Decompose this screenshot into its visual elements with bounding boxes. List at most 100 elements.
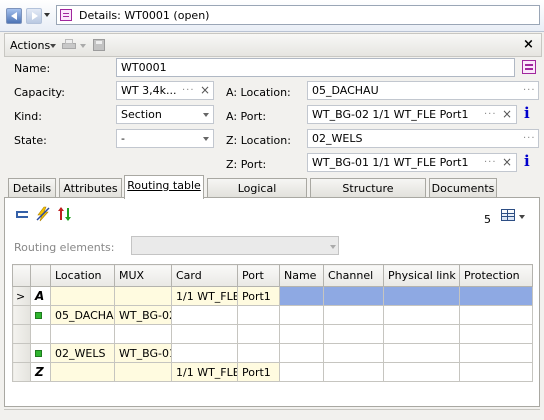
actions-dropdown-icon[interactable]	[50, 44, 56, 48]
a-port-value: WT_BG-02 1/1 WT_FLE Port1	[312, 108, 469, 121]
kind-select[interactable]: Section	[116, 105, 214, 124]
capacity-clear-icon[interactable]: ×	[200, 83, 210, 97]
history-dropdown-icon[interactable]	[44, 13, 50, 17]
cell-protection[interactable]	[459, 362, 533, 382]
sort-icon[interactable]	[57, 206, 73, 222]
cell-physical-link[interactable]	[383, 286, 460, 306]
cell-card[interactable]: 1/1 WT_FLE	[171, 286, 238, 306]
cell-card[interactable]	[171, 324, 238, 344]
forward-icon[interactable]	[26, 8, 42, 24]
print-icon[interactable]	[62, 39, 76, 51]
cell-location[interactable]	[50, 362, 115, 382]
close-icon[interactable]: ×	[523, 37, 534, 52]
tab-routing-table[interactable]: Routing table	[124, 175, 204, 199]
details-link-icon[interactable]	[522, 60, 536, 74]
z-port-info-icon[interactable]: i	[524, 152, 530, 170]
lightning-icon[interactable]	[35, 206, 51, 222]
print-dropdown-icon[interactable]	[80, 44, 86, 48]
cell-mux[interactable]: WT_BG-02	[114, 305, 172, 325]
cell-port[interactable]: Port1	[237, 286, 280, 306]
kind-dropdown-icon[interactable]	[203, 113, 209, 117]
z-port-browse-icon[interactable]: ···	[484, 157, 497, 168]
actions-toolbar: Actions ×	[4, 33, 542, 57]
cell-port[interactable]	[237, 305, 280, 325]
state-dropdown-icon[interactable]	[203, 137, 209, 141]
save-icon[interactable]	[93, 39, 105, 51]
routing-elements-dropdown-icon[interactable]	[330, 245, 336, 249]
a-location-field[interactable]: 05_DACHAU	[307, 81, 539, 100]
column-port[interactable]: Port	[237, 264, 280, 287]
cell-card[interactable]	[171, 343, 238, 363]
cell-name[interactable]	[279, 286, 324, 306]
cell-name[interactable]	[279, 324, 324, 344]
tab-structure-information[interactable]: Structure information	[310, 178, 426, 208]
z-location-browse-icon[interactable]: ···	[523, 133, 536, 144]
a-location-browse-icon[interactable]: ···	[523, 85, 536, 96]
cell-card[interactable]: 1/1 WT_FLE	[171, 362, 238, 382]
grid-layout-dropdown-icon[interactable]	[519, 215, 525, 219]
cell-location[interactable]: 02_WELS	[50, 343, 115, 363]
cell-card[interactable]	[171, 305, 238, 325]
column-mux[interactable]: MUX	[114, 264, 172, 287]
cell-mux[interactable]	[114, 286, 172, 306]
cell-location[interactable]	[50, 324, 115, 344]
column-name[interactable]: Name	[279, 264, 324, 287]
tab-details[interactable]: Details	[8, 178, 56, 197]
row-header-cell	[12, 264, 31, 287]
cell-protection[interactable]	[459, 305, 533, 325]
cell-port[interactable]	[237, 324, 280, 344]
column-card[interactable]: Card	[171, 264, 238, 287]
cell-protection[interactable]	[459, 343, 533, 363]
z-port-clear-icon[interactable]: ×	[502, 155, 512, 169]
cell-name[interactable]	[279, 305, 324, 325]
table-row[interactable]: 02_WELS WT_BG-01	[12, 343, 533, 363]
name-field[interactable]: WT0001	[116, 58, 515, 77]
cell-physical-link[interactable]	[383, 324, 460, 344]
cell-port[interactable]	[237, 343, 280, 363]
z-port-label: Z: Port:	[226, 158, 267, 171]
table-row[interactable]: > A 1/1 WT_FLE Port1	[12, 286, 533, 306]
cell-name[interactable]	[279, 362, 324, 382]
cell-mux[interactable]	[114, 324, 172, 344]
actions-menu[interactable]: Actions	[10, 39, 50, 52]
column-location[interactable]: Location	[50, 264, 115, 287]
a-port-clear-icon[interactable]: ×	[502, 107, 512, 121]
cell-mux[interactable]: WT_BG-01	[114, 343, 172, 363]
grid-layout-icon[interactable]	[501, 209, 515, 221]
table-row[interactable]: 05_DACHAU WT_BG-02	[12, 305, 533, 325]
a-port-info-icon[interactable]: i	[524, 104, 530, 122]
cell-name[interactable]	[279, 343, 324, 363]
cell-channel[interactable]	[323, 362, 384, 382]
cell-channel[interactable]	[323, 286, 384, 306]
title-bar: Details: WT0001 (open)	[0, 0, 544, 32]
cell-channel[interactable]	[323, 343, 384, 363]
table-row[interactable]	[12, 324, 533, 344]
z-location-field[interactable]: 02_WELS	[307, 129, 539, 148]
column-protection[interactable]: Protection	[459, 264, 533, 287]
cell-location[interactable]	[50, 286, 115, 306]
tab-attributes[interactable]: Attributes	[59, 178, 122, 197]
cell-channel[interactable]	[323, 305, 384, 325]
cell-protection[interactable]	[459, 286, 533, 306]
a-port-browse-icon[interactable]: ···	[484, 109, 497, 120]
tab-documents[interactable]: Documents	[429, 178, 497, 197]
column-channel[interactable]: Channel	[323, 264, 384, 287]
route-icon[interactable]	[15, 209, 29, 221]
tab-logical-assignment[interactable]: Logical assignment	[207, 178, 307, 208]
capacity-browse-icon[interactable]: ···	[182, 85, 195, 96]
table-row[interactable]: Z 1/1 WT_FLE Port1	[12, 362, 533, 382]
cell-physical-link[interactable]	[383, 305, 460, 325]
state-select[interactable]: -	[116, 129, 214, 148]
column-physical-link[interactable]: Physical link	[383, 264, 460, 287]
routing-elements-select[interactable]	[131, 236, 339, 255]
endpoint-marker: A	[30, 286, 51, 306]
cell-protection[interactable]	[459, 324, 533, 344]
cell-physical-link[interactable]	[383, 343, 460, 363]
cell-mux[interactable]	[114, 362, 172, 382]
row-header-cell	[12, 305, 31, 325]
cell-port[interactable]: Port1	[237, 362, 280, 382]
cell-location[interactable]: 05_DACHAU	[50, 305, 115, 325]
cell-physical-link[interactable]	[383, 362, 460, 382]
back-icon[interactable]	[6, 8, 22, 24]
cell-channel[interactable]	[323, 324, 384, 344]
